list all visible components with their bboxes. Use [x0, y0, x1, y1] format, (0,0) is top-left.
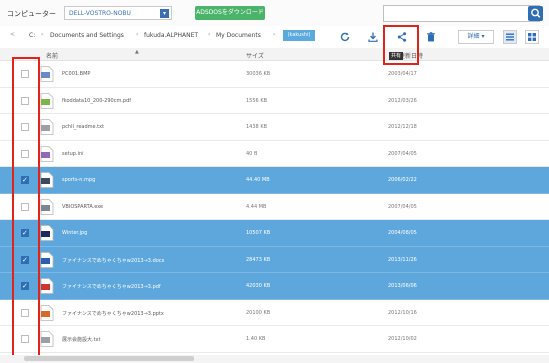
file-date: 2007/04/05 — [388, 203, 417, 210]
download-file-button[interactable] — [366, 30, 380, 44]
pdf-file-icon — [40, 92, 54, 109]
file-size: 30036 KB — [246, 71, 271, 78]
table-row[interactable]: ファイナンスでめちゃくちゃw2013→3.pptx 20100 KB 2012/10… — [0, 299, 549, 326]
file-size: 1556 KB — [246, 97, 268, 104]
chevron-right-icon: › — [41, 31, 44, 38]
checkbox-column-highlight — [12, 57, 40, 363]
computer-label: コンピューター — [7, 10, 56, 18]
file-size: 44.40 MB — [246, 177, 270, 184]
file-name: pchll_readme.txt — [62, 124, 105, 131]
file-date: 2006/02/22 — [388, 177, 417, 184]
share-tooltip: 共有 — [389, 52, 404, 60]
chevron-down-icon: ▾ — [160, 9, 169, 18]
table-row[interactable]: ✓ ファイナンスでめちゃくちゃw2013→3.docx 28473 KB 2013/1… — [0, 246, 549, 273]
text-file-icon — [40, 119, 54, 136]
chevron-left-icon[interactable]: < — [10, 31, 15, 38]
file-date: 2007/04/05 — [388, 150, 417, 157]
pdf-file-icon — [40, 278, 54, 295]
breadcrumb-current[interactable]: (kakushi) — [283, 30, 315, 41]
file-size: 20100 KB — [246, 309, 271, 316]
file-name: PC001.BMP — [62, 71, 91, 78]
file-size: 10507 KB — [246, 230, 271, 237]
video-file-icon — [40, 172, 54, 189]
table-row[interactable]: setup.ini 40 B 2007/04/05 — [0, 140, 549, 167]
table-row[interactable]: pchll_readme.txt 1438 KB 2012/12/18 — [0, 114, 549, 141]
file-size: 28473 KB — [246, 256, 271, 263]
chevron-right-icon: › — [208, 31, 211, 38]
column-header-name[interactable]: 名前 — [46, 51, 58, 60]
details-dropdown[interactable]: 詳細 ▾ — [458, 30, 494, 44]
file-name: sports-n.mpg — [62, 177, 96, 184]
grid-view-button[interactable] — [525, 30, 539, 44]
download-button[interactable]: ADSDOSをダウンロード — [195, 6, 265, 20]
file-date: 2012/10/02 — [388, 336, 417, 343]
table-row[interactable]: 展示会施設大.txt 1.40 KB 2012/10/02 — [0, 326, 549, 353]
table-row[interactable]: fkoddata10_200-290cm.pdf 1556 KB 2012/03/2… — [0, 87, 549, 114]
file-date: 2012/10/16 — [388, 309, 417, 316]
file-name: ファイナンスでめちゃくちゃw2013→3.docx — [62, 257, 165, 264]
file-date: 2012/12/18 — [388, 124, 417, 131]
image-file-icon — [40, 225, 54, 242]
file-date: 2013/11/26 — [388, 256, 417, 263]
file-name: Winter.jpg — [62, 230, 88, 237]
scrollbar-thumb[interactable] — [24, 356, 194, 361]
download-icon — [368, 32, 378, 42]
refresh-button[interactable] — [338, 30, 352, 44]
breadcrumb-item[interactable]: My Documents — [216, 32, 261, 39]
file-name: ファイナンスでめちゃくちゃw2013→3.pdf — [62, 284, 161, 291]
computer-select[interactable]: DELL-VOSTRO-NOBU ▾ — [64, 6, 172, 20]
file-size: 1438 KB — [246, 124, 268, 131]
ppt-file-icon — [40, 304, 54, 321]
search-input[interactable] — [383, 5, 540, 22]
table-row[interactable]: ✓ ファイナンスでめちゃくちゃw2013→3.pdf 42030 KB 2013/06… — [0, 273, 549, 300]
text-file-icon — [40, 331, 54, 348]
trash-icon — [427, 32, 435, 42]
file-date: 2013/06/06 — [388, 283, 417, 290]
file-date: 2003/04/17 — [388, 71, 417, 78]
grid-view-icon — [528, 33, 536, 41]
search-icon — [531, 8, 541, 18]
chevron-right-icon: › — [136, 31, 139, 38]
search-button[interactable] — [528, 6, 543, 21]
file-size: 42030 KB — [246, 283, 271, 290]
breadcrumb-item[interactable]: C: — [29, 32, 35, 39]
exe-file-icon — [40, 198, 54, 215]
column-header-size[interactable]: サイズ — [246, 51, 264, 60]
settings-file-icon — [40, 145, 54, 162]
file-size: 4.44 MB — [246, 203, 267, 210]
file-name: ファイナンスでめちゃくちゃw2013→3.pptx — [62, 310, 164, 317]
file-size: 40 B — [246, 150, 258, 157]
table-row[interactable]: ✓ sports-n.mpg 44.40 MB 2006/02/22 — [0, 167, 549, 194]
file-date: 2004/08/05 — [388, 230, 417, 237]
file-name: 展示会施設大.txt — [62, 337, 101, 344]
list-view-button[interactable] — [503, 30, 517, 44]
file-name: VBIOSPARTA.exe — [62, 203, 104, 210]
chevron-right-icon: › — [273, 31, 276, 38]
file-name: fkoddata10_200-290cm.pdf — [62, 97, 132, 104]
image-file-icon — [40, 66, 54, 83]
table-header: 名前 サイズ 更新日時 — [0, 48, 549, 61]
list-view-icon — [506, 33, 514, 41]
file-date: 2012/03/26 — [388, 97, 417, 104]
delete-button[interactable] — [424, 30, 438, 44]
computer-select-value: DELL-VOSTRO-NOBU — [69, 10, 131, 17]
sort-up-icon[interactable]: ▲ — [135, 49, 139, 55]
details-label: 詳細 — [467, 33, 480, 40]
breadcrumb-item[interactable]: fukuda.ALPHANET — [144, 32, 198, 39]
file-name: setup.ini — [62, 150, 84, 157]
table-row[interactable]: PC001.BMP 30036 KB 2003/04/17 — [0, 61, 549, 88]
refresh-icon — [340, 32, 350, 42]
table-row[interactable]: VBIOSPARTA.exe 4.44 MB 2007/04/05 — [0, 193, 549, 220]
breadcrumb-item[interactable]: Documents and Settings — [50, 32, 124, 39]
file-size: 1.40 KB — [246, 336, 266, 343]
table-row[interactable]: ✓ Winter.jpg 10507 KB 2004/08/05 — [0, 220, 549, 247]
word-file-icon — [40, 251, 54, 268]
